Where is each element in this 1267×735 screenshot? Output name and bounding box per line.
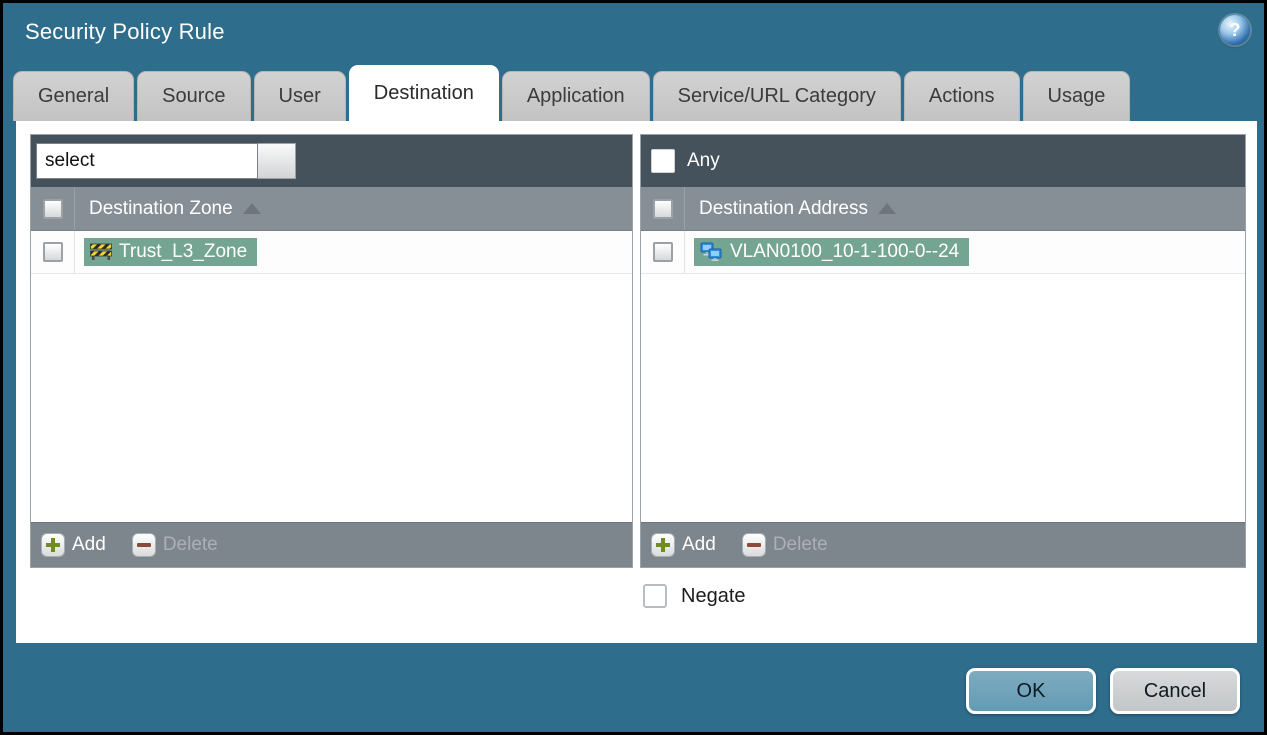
- address-delete-button[interactable]: Delete: [741, 533, 828, 557]
- tab-actions[interactable]: Actions: [903, 71, 1020, 121]
- destination-tab-content: Destination Zone: [16, 121, 1257, 643]
- zone-delete-label: Delete: [162, 534, 218, 555]
- add-icon: [651, 533, 675, 557]
- tab-application[interactable]: Application: [501, 71, 650, 121]
- sort-asc-icon[interactable]: [242, 203, 261, 214]
- tab-general[interactable]: General: [13, 71, 135, 121]
- zone-select-combo: [36, 143, 296, 179]
- address-panel-footer: Add Delete: [641, 522, 1245, 567]
- address-add-label: Add: [682, 534, 716, 555]
- tab-bar: General Source User Destination Applicat…: [13, 65, 1133, 121]
- zone-column-header-label[interactable]: Destination Zone: [89, 198, 233, 220]
- delete-icon: [741, 533, 766, 557]
- address-delete-label: Delete: [772, 534, 828, 555]
- security-policy-rule-dialog: Security Policy Rule ? General Source Us…: [0, 0, 1267, 735]
- tab-service-url-category[interactable]: Service/URL Category: [652, 71, 901, 121]
- zone-panel-toolbar: [31, 135, 632, 187]
- zone-column-header: Destination Zone: [31, 187, 632, 231]
- zone-tag[interactable]: Trust_L3_Zone: [84, 237, 258, 267]
- cancel-button[interactable]: Cancel: [1110, 668, 1240, 714]
- destination-zone-panel: Destination Zone: [30, 134, 633, 568]
- address-row-checkbox[interactable]: [652, 242, 673, 262]
- ok-button[interactable]: OK: [966, 668, 1096, 714]
- sort-asc-icon[interactable]: [878, 203, 896, 214]
- zone-delete-button[interactable]: Delete: [131, 533, 218, 557]
- tab-usage[interactable]: Usage: [1022, 71, 1131, 121]
- delete-icon: [131, 533, 156, 557]
- address-select-all-checkbox[interactable]: [652, 198, 673, 219]
- zone-list: Trust_L3_Zone: [31, 231, 632, 522]
- address-tag[interactable]: VLAN0100_10-1-100-0--24: [694, 237, 970, 267]
- zone-list-item[interactable]: Trust_L3_Zone: [31, 231, 632, 274]
- negate-control: Negate: [643, 584, 746, 608]
- negate-label: Negate: [681, 584, 746, 607]
- zone-select-input[interactable]: [36, 143, 258, 179]
- any-checkbox[interactable]: [651, 149, 675, 173]
- address-panel-toolbar: Any: [641, 135, 1245, 187]
- address-column-header-label[interactable]: Destination Address: [699, 198, 868, 220]
- tab-destination[interactable]: Destination: [348, 65, 499, 121]
- address-tag-label: VLAN0100_10-1-100-0--24: [730, 240, 960, 262]
- network-hosts-icon: [700, 242, 722, 262]
- any-label: Any: [687, 150, 720, 171]
- zone-barrier-icon: [90, 244, 112, 261]
- zone-select-dropdown-button[interactable]: [258, 143, 296, 179]
- zone-add-label: Add: [72, 534, 106, 555]
- address-column-header: Destination Address: [641, 187, 1245, 231]
- tab-source[interactable]: Source: [137, 71, 251, 121]
- zone-add-button[interactable]: Add: [41, 533, 106, 557]
- address-add-button[interactable]: Add: [651, 533, 716, 557]
- zone-tag-label: Trust_L3_Zone: [119, 240, 248, 262]
- zone-panel-footer: Add Delete: [31, 522, 632, 567]
- zone-row-checkbox[interactable]: [42, 242, 63, 262]
- tab-user[interactable]: User: [253, 71, 346, 121]
- help-icon[interactable]: ?: [1220, 15, 1250, 45]
- add-icon: [41, 533, 65, 557]
- destination-address-panel: Any Destination Address VLAN0100_10-1-10…: [640, 134, 1246, 568]
- negate-checkbox[interactable]: [643, 584, 667, 608]
- address-list-item[interactable]: VLAN0100_10-1-100-0--24: [641, 231, 1245, 274]
- dialog-title: Security Policy Rule: [25, 19, 225, 44]
- address-list: VLAN0100_10-1-100-0--24: [641, 231, 1245, 522]
- zone-select-all-checkbox[interactable]: [42, 198, 63, 219]
